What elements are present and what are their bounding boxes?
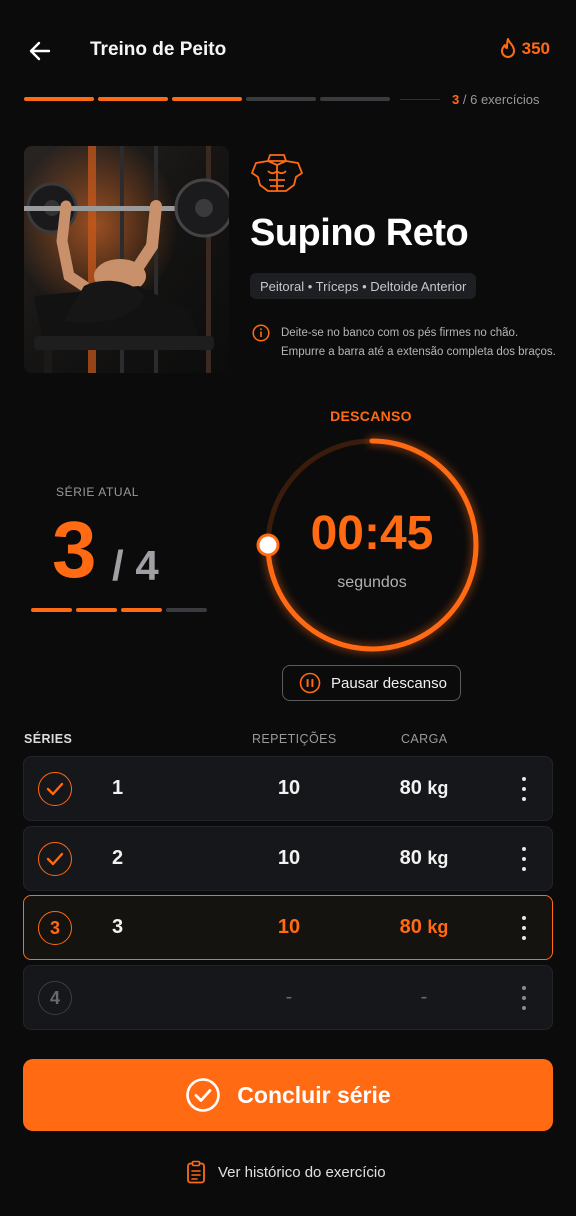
progress-segment <box>320 97 390 101</box>
set-options-button[interactable] <box>518 916 530 940</box>
set-progress-segment <box>31 608 72 612</box>
set-load-value: 80 <box>399 847 422 869</box>
set-index: 1 <box>112 777 124 799</box>
arrow-left-icon <box>29 41 51 61</box>
exercise-total: 6 exercícios <box>470 92 540 107</box>
current-set-total: / 4 <box>112 542 159 589</box>
info-icon <box>252 324 270 342</box>
load-header: CARGA <box>401 732 448 746</box>
clipboard-list-icon <box>187 1160 205 1184</box>
page-title: Treino de Peito <box>90 39 227 60</box>
set-row-pending[interactable]: 4 - - <box>23 965 553 1030</box>
series-header: SÉRIES <box>24 732 73 746</box>
workout-progress-bar <box>24 97 390 101</box>
set-index: 2 <box>112 847 124 869</box>
flame-icon <box>500 38 515 58</box>
set-progress-segment <box>166 608 207 612</box>
pause-rest-label: Pausar descanso <box>331 674 447 692</box>
set-load-unit: kg <box>427 778 449 798</box>
rest-timer-value: 00:45 <box>310 507 434 560</box>
progress-segment <box>246 97 316 101</box>
set-done-indicator[interactable] <box>38 842 72 876</box>
set-load-value: - <box>420 986 428 1008</box>
check-circle-icon <box>186 1078 221 1112</box>
exercise-history-link[interactable]: Ver histórico do exercício <box>186 1160 386 1184</box>
set-load[interactable]: 80 kg <box>374 916 474 939</box>
muscle-icon <box>251 154 303 192</box>
exercise-instructions: Deite-se no banco com os pés firmes no c… <box>281 324 561 362</box>
set-done-indicator[interactable] <box>38 772 72 806</box>
check-icon <box>46 852 64 866</box>
pause-icon <box>299 672 321 694</box>
set-reps[interactable]: 10 <box>244 916 334 939</box>
calories-badge: 350 <box>499 38 550 60</box>
set-index: 3 <box>112 916 124 938</box>
set-load-value: 80 <box>399 777 422 799</box>
instructions-line: Empurre a barra até a extensão completa … <box>281 346 556 358</box>
set-reps[interactable]: 10 <box>244 847 334 870</box>
exercise-counter: 3 / 6 exercícios <box>452 92 539 107</box>
set-current-indicator[interactable]: 3 <box>38 911 72 945</box>
progress-segment <box>98 97 168 101</box>
exercise-separator: / <box>462 92 467 107</box>
pause-rest-button[interactable]: Pausar descanso <box>282 665 461 701</box>
exercise-current: 3 <box>452 92 460 107</box>
rest-label: DESCANSO <box>330 408 412 424</box>
set-load-value: 80 <box>399 916 422 938</box>
exercise-name: Supino Reto <box>250 212 469 254</box>
check-icon <box>46 782 64 796</box>
set-progress-segment <box>121 608 162 612</box>
progress-segment <box>24 97 94 101</box>
muscle-groups-chip: Peitoral • Tríceps • Deltoide Anterior <box>250 273 477 299</box>
set-load-unit: kg <box>427 848 449 868</box>
progress-divider <box>400 99 440 100</box>
reps-header: REPETIÇÕES <box>252 732 337 746</box>
set-progress-bars <box>31 608 207 612</box>
complete-set-label: Concluir série <box>237 1081 391 1108</box>
set-progress-segment <box>76 608 117 612</box>
set-options-button[interactable] <box>518 847 530 871</box>
set-options-button[interactable] <box>518 986 530 1010</box>
set-row[interactable]: 1 10 80 kg <box>23 756 553 821</box>
set-load[interactable]: - <box>374 986 474 1009</box>
set-load-unit: kg <box>427 917 449 937</box>
set-options-button[interactable] <box>518 777 530 801</box>
current-set-label: SÉRIE ATUAL <box>56 485 140 499</box>
set-load[interactable]: 80 kg <box>374 847 474 870</box>
rest-timer-unit: segundos <box>337 574 407 591</box>
set-reps[interactable]: 10 <box>244 777 334 800</box>
set-reps[interactable]: - <box>244 986 334 1009</box>
calories-value: 350 <box>521 39 550 58</box>
set-load[interactable]: 80 kg <box>374 777 474 800</box>
complete-set-button[interactable]: Concluir série <box>23 1059 553 1131</box>
set-pending-indicator[interactable]: 4 <box>38 981 72 1015</box>
back-button[interactable] <box>22 34 58 68</box>
instructions-line: Deite-se no banco com os pés firmes no c… <box>281 327 519 339</box>
progress-segment <box>172 97 242 101</box>
set-row[interactable]: 2 10 80 kg <box>23 826 553 891</box>
current-set-number: 3 <box>52 505 97 594</box>
set-row-current[interactable]: 3 3 10 80 kg <box>23 895 553 960</box>
exercise-photo <box>24 146 229 373</box>
exercise-history-label: Ver histórico do exercício <box>218 1163 386 1181</box>
